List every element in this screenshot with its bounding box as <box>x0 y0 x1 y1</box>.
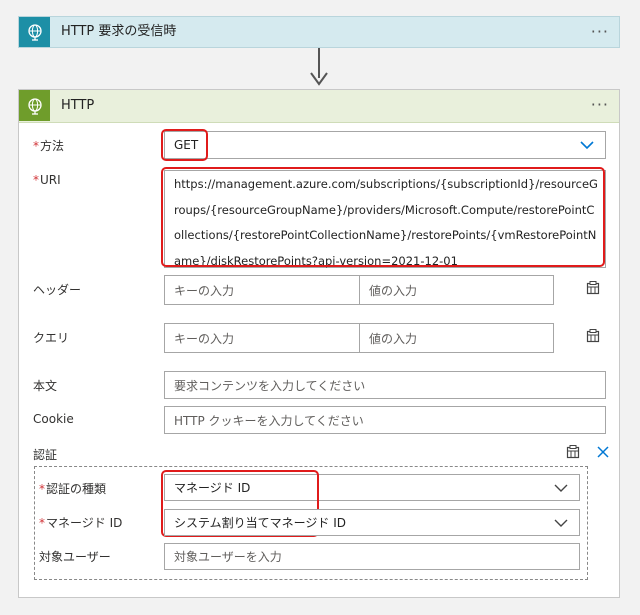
headers-label: ヘッダー <box>33 283 82 297</box>
globe-icon <box>19 90 50 121</box>
body-input[interactable]: 要求コンテンツを入力してください <box>164 371 606 399</box>
required-marker: * <box>33 173 39 187</box>
method-value: GET <box>174 138 199 152</box>
required-marker: * <box>39 482 45 496</box>
trigger-card[interactable]: HTTP 要求の受信時 ··· <box>18 16 620 48</box>
trigger-menu-button[interactable]: ··· <box>591 17 609 47</box>
managed-identity-label-text: マネージド ID <box>46 516 123 530</box>
auth-type-select[interactable]: マネージド ID <box>164 474 580 501</box>
uri-label: *URI <box>33 173 61 187</box>
body-label: 本文 <box>33 379 58 393</box>
audience-label: 対象ユーザー <box>39 550 111 564</box>
auth-type-label: *認証の種類 <box>39 480 106 497</box>
chevron-down-icon <box>554 484 568 492</box>
method-label: *方法 <box>33 137 64 154</box>
required-marker: * <box>33 139 39 153</box>
cookie-input[interactable]: HTTP クッキーを入力してください <box>164 406 606 434</box>
action-menu-button[interactable]: ··· <box>591 90 609 120</box>
audience-input[interactable]: 対象ユーザーを入力 <box>164 543 580 570</box>
action-title: HTTP <box>61 98 95 113</box>
switch-to-text-mode-icon[interactable] <box>585 328 601 344</box>
arrow-down-icon <box>310 72 328 86</box>
method-label-text: 方法 <box>40 139 65 153</box>
header-key-input[interactable]: キーの入力 <box>164 275 361 305</box>
queries-label: クエリ <box>33 331 70 345</box>
http-action-card: HTTP ··· *方法 GET *URI https://management… <box>18 89 620 598</box>
close-icon[interactable] <box>596 445 610 459</box>
trigger-title: HTTP 要求の受信時 <box>61 24 177 39</box>
auth-type-label-text: 認証の種類 <box>46 482 107 496</box>
uri-label-text: URI <box>40 173 61 187</box>
query-value-input[interactable]: 値の入力 <box>359 323 554 353</box>
chevron-down-icon <box>580 141 594 150</box>
managed-identity-select[interactable]: システム割り当てマネージド ID <box>164 509 580 536</box>
auth-type-value: マネージド ID <box>174 481 251 495</box>
switch-to-text-mode-icon[interactable] <box>565 444 581 460</box>
managed-identity-label: *マネージド ID <box>39 514 122 531</box>
managed-identity-value: システム割り当てマネージド ID <box>174 516 346 530</box>
chevron-down-icon <box>554 519 568 527</box>
uri-input[interactable]: https://management.azure.com/subscriptio… <box>164 170 606 268</box>
required-marker: * <box>39 516 45 530</box>
http-action-header[interactable]: HTTP ··· <box>19 90 619 123</box>
query-key-input[interactable]: キーの入力 <box>164 323 361 353</box>
cookie-label: Cookie <box>33 412 74 426</box>
switch-to-text-mode-icon[interactable] <box>585 280 601 296</box>
header-value-input[interactable]: 値の入力 <box>359 275 554 305</box>
auth-label: 認証 <box>33 448 58 462</box>
globe-icon <box>19 17 50 47</box>
method-select[interactable]: GET <box>164 131 606 159</box>
